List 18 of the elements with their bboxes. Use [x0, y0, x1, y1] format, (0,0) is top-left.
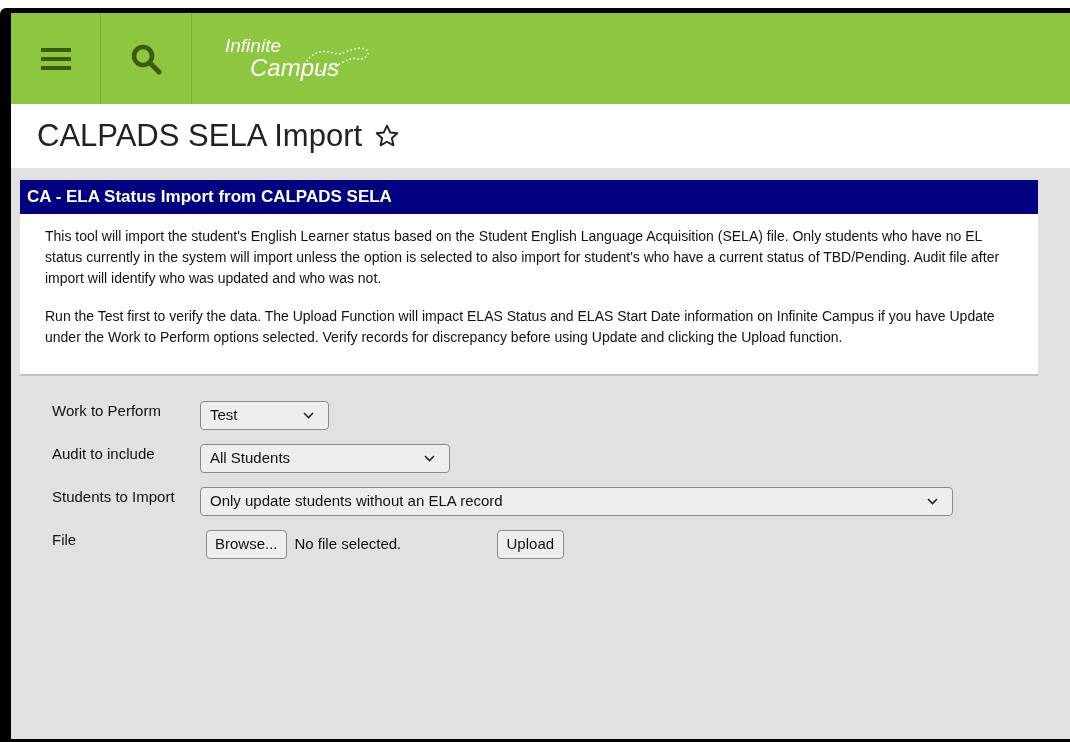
field-label: Students to Import: [52, 487, 176, 507]
chevron-down-icon: [927, 498, 938, 505]
file-status: No file selected.: [294, 534, 403, 555]
field-label: Audit to include: [52, 444, 156, 464]
panel-title: CA - ELA Status Import from CALPADS SELA: [27, 186, 392, 209]
chevron-down-icon: [303, 412, 314, 419]
description-text: This tool will import the student's English Learner status based on the Student English Language Acquisition (SELA) file. Only students who have no EL status currently in the system will import unless the option is selected to also import for student's who have a current status of TBD/Pending. Audit file after import will identify who was updated and who was not.: [45, 227, 1001, 288]
star-icon[interactable]: [374, 123, 401, 149]
field-label: Work to Perform: [52, 401, 162, 421]
field-label: File: [52, 530, 78, 550]
upload-button[interactable]: Upload: [496, 530, 565, 559]
dropdown-select[interactable]: Test: [200, 401, 329, 430]
description-text: Run the Test first to verify the data. The Upload Function will impact ELAS Status and ELAS Start Date information on Infinite Campus if you have Update under the Work to Perform options selected. Verify records for discrepancy before using Update and clicking the Upload function.: [45, 307, 996, 347]
page-title: CALPADS SELA Import: [37, 116, 363, 155]
browse-button[interactable]: Browse...: [206, 530, 287, 559]
dropdown-select[interactable]: Only update students without an ELA record: [200, 487, 953, 516]
dropdown-select[interactable]: All Students: [200, 444, 450, 473]
chevron-down-icon: [424, 455, 435, 462]
